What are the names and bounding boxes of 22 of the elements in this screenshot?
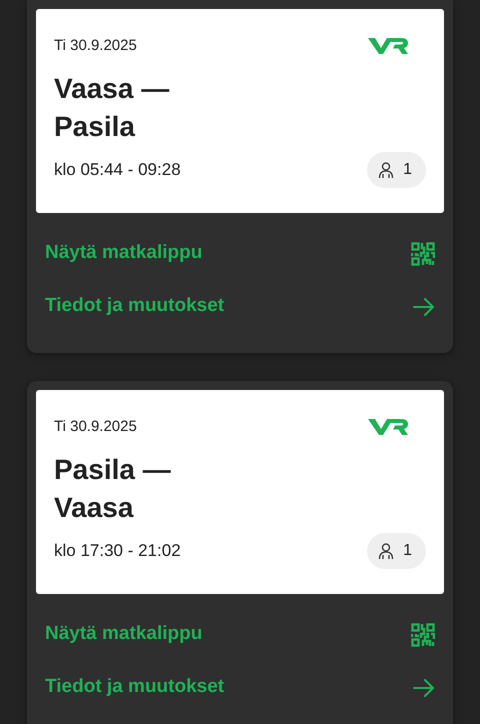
arrow-right-icon	[413, 678, 435, 696]
route-title: Vaasa — Pasila	[54, 72, 170, 144]
vr-logo-icon	[368, 37, 408, 56]
trip-time: klo 05:44 - 09:28	[54, 158, 181, 181]
qr-code-icon	[411, 242, 435, 266]
trip-date: Ti 30.9.2025	[54, 417, 137, 437]
ticket-link[interactable]: Näytä matkalippu	[36, 608, 444, 661]
passenger-count: 1	[403, 160, 412, 180]
person-icon	[377, 542, 396, 560]
ticket-link[interactable]: Näytä matkalippu	[36, 227, 444, 280]
ticket-card[interactable]: Ti 30.9.2025 Pasila — Vaasa klo 17:30 - 21:02 1 Näytä matkalippu Tiedot ja muutokset	[27, 381, 453, 724]
passenger-count: 1	[403, 540, 412, 560]
route-title: Pasila — Vaasa	[54, 452, 172, 524]
ticket-card[interactable]: Ti 30.9.2025 Vaasa — Pasila klo 05:44 - 09:28 1 Näytä matkalippu Tiedot ja muutokset	[27, 0, 453, 353]
ticket-link[interactable]: Tiedot ja muutokset	[36, 280, 444, 333]
trip-date: Ti 30.9.2025	[54, 36, 137, 56]
qr-code-icon	[411, 622, 435, 646]
person-icon	[377, 160, 396, 178]
vr-logo-icon	[368, 418, 408, 436]
ticket-link[interactable]: Tiedot ja muutokset	[36, 661, 444, 714]
trip-time: klo 17:30 - 21:02	[54, 540, 181, 562]
arrow-right-icon	[413, 298, 435, 316]
